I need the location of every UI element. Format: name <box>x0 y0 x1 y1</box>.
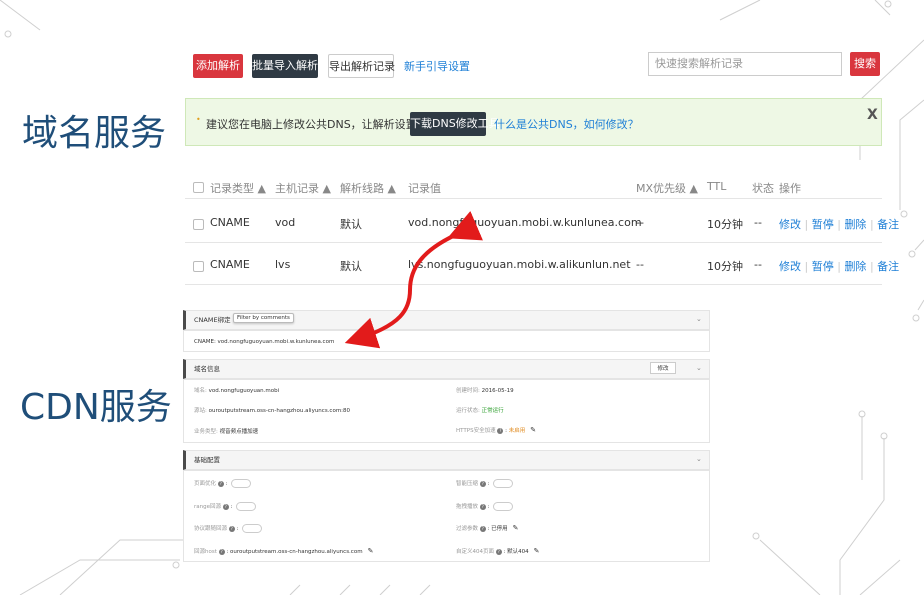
page-opt-field: 页面优化 ? : <box>194 479 252 488</box>
range-origin-field: range回源 ? : <box>194 502 257 511</box>
chevron-down-icon[interactable]: ⌄ <box>696 315 702 323</box>
search-button[interactable]: 搜索 <box>850 52 880 76</box>
col-record-type[interactable]: 记录类型 ▲ <box>210 180 266 196</box>
custom-404-field: 自定义404页面 ? : 默认404 ✎ <box>456 547 540 555</box>
origin-field: 源站: ouroutputstream.oss-cn-hangzhou.aliy… <box>194 408 351 414</box>
public-dns-help-link[interactable]: 什么是公共DNS，如何修改？ <box>494 116 639 132</box>
basic-config-body: 页面优化 ? : 智能压缩 ? : range回源 ? : 拖拽播放 ? : 协… <box>183 470 710 562</box>
row-operations: 修改 | 暂停 | 删除 | 备注 <box>779 218 900 231</box>
header-divider <box>185 198 882 199</box>
https-field: HTTPS安全加速 ? : 未启用 ✎ <box>456 426 537 434</box>
edit-pencil-icon[interactable]: ✎ <box>530 426 536 434</box>
col-operations: 操作 <box>779 182 801 195</box>
col-line[interactable]: 解析线路 ▲ <box>340 180 396 196</box>
edit-pencil-icon[interactable]: ✎ <box>368 547 374 555</box>
row-type: CNAME <box>210 216 250 229</box>
remark-link[interactable]: 备注 <box>877 218 899 231</box>
cdn-section-title: CDN服务 <box>20 387 172 428</box>
row-line: 默认 <box>340 260 362 273</box>
download-dns-tool-button[interactable]: 下载DNS修改工具 <box>410 112 500 136</box>
bullet-icon: • <box>196 115 201 124</box>
domain-info-body: 域名: vod.nongfuguoyuan.mobi 创建时间: 2016-05… <box>183 379 710 443</box>
smart-compress-toggle[interactable] <box>493 479 514 488</box>
run-status-field: 运行状态: 正常运行 <box>456 408 504 414</box>
edit-link[interactable]: 修改 <box>779 260 801 273</box>
col-ttl: TTL <box>707 180 727 193</box>
export-records-button[interactable]: 导出解析记录 <box>328 54 395 78</box>
follow-origin-toggle[interactable] <box>242 524 263 533</box>
origin-host-field: 回源host ? : ouroutputstream.oss-cn-hangzh… <box>194 547 374 555</box>
row-status: -- <box>754 216 762 229</box>
domain-info-header[interactable]: 域名信息 <box>183 359 710 379</box>
row-host: vod <box>275 216 296 229</box>
basic-config-header[interactable]: 基础配置 <box>183 450 710 470</box>
basic-config-title: 基础配置 <box>194 456 220 464</box>
guide-settings-link[interactable]: 新手引导设置 <box>404 58 470 74</box>
edit-pencil-icon[interactable]: ✎ <box>534 547 540 555</box>
row-line: 默认 <box>340 218 362 231</box>
follow-origin-field: 协议跟随回源 ? : <box>194 524 263 533</box>
drag-play-field: 拖拽播放 ? : <box>456 502 514 511</box>
dns-section-title: 域名服务 <box>22 113 167 154</box>
edit-link[interactable]: 修改 <box>779 218 801 231</box>
close-icon[interactable]: X <box>867 107 878 123</box>
modify-domain-button[interactable]: 修改 <box>650 362 676 374</box>
row-mx: -- <box>636 258 644 271</box>
pause-link[interactable]: 暂停 <box>812 218 834 231</box>
col-record-value: 记录值 <box>408 182 441 195</box>
row-status: -- <box>754 258 762 271</box>
drag-play-toggle[interactable] <box>493 502 514 511</box>
domain-field: 域名: vod.nongfuguoyuan.mobi <box>194 388 280 394</box>
col-host-record[interactable]: 主机记录 ▲ <box>275 180 331 196</box>
remark-link[interactable]: 备注 <box>877 260 899 273</box>
cname-section-body: CNAME: vod.nongfuguoyuan.mobi.w.kunlunea… <box>183 330 710 352</box>
filter-params-field: 过滤参数 ? : 已停用 ✎ <box>456 524 519 532</box>
row-checkbox[interactable] <box>193 219 204 230</box>
smart-compress-field: 智能压缩 ? : <box>456 479 514 488</box>
chevron-down-icon[interactable]: ⌄ <box>696 455 702 463</box>
biz-type-field: 业务类型: 视音频点播加速 <box>194 429 259 435</box>
cname-section-title: CNAME绑定 <box>194 316 231 324</box>
help-icon: ? <box>497 427 504 434</box>
row-checkbox[interactable] <box>193 261 204 272</box>
row-ttl: 10分钟 <box>707 218 743 231</box>
col-status: 状态 <box>752 182 774 195</box>
delete-link[interactable]: 删除 <box>844 260 866 273</box>
pause-link[interactable]: 暂停 <box>812 260 834 273</box>
col-mx-priority[interactable]: MX优先级 ▲ <box>636 180 698 196</box>
row-value: lvs.nongfuguoyuan.mobi.w.alikunlun.net <box>408 258 631 271</box>
row-value: vod.nongfuguoyuan.mobi.w.kunlunea.com <box>408 216 642 229</box>
row-operations: 修改 | 暂停 | 删除 | 备注 <box>779 260 900 273</box>
row-type: CNAME <box>210 258 250 271</box>
edit-pencil-icon[interactable]: ✎ <box>513 524 519 532</box>
row-divider <box>185 242 882 243</box>
delete-link[interactable]: 删除 <box>844 218 866 231</box>
row-mx: -- <box>636 216 644 229</box>
range-origin-toggle[interactable] <box>236 502 257 511</box>
filter-tooltip: Filter by comments <box>233 313 294 323</box>
public-dns-notice: • 建议您在电脑上修改公共DNS，让解析设置实时生效。 下载DNS修改工具 什么… <box>185 98 882 146</box>
row-ttl: 10分钟 <box>707 260 743 273</box>
domain-info-title: 域名信息 <box>194 365 220 373</box>
cname-value: CNAME: vod.nongfuguoyuan.mobi.w.kunlunea… <box>194 339 335 345</box>
select-all-checkbox[interactable] <box>193 182 204 193</box>
page-opt-toggle[interactable] <box>231 479 252 488</box>
created-field: 创建时间: 2016-05-19 <box>456 388 514 394</box>
add-record-button[interactable]: 添加解析 <box>193 54 243 78</box>
row-host: lvs <box>275 258 291 271</box>
record-search-input[interactable]: 快速搜索解析记录 <box>648 52 842 76</box>
batch-import-button[interactable]: 批量导入解析 <box>252 54 318 78</box>
row-divider <box>185 284 882 285</box>
chevron-down-icon[interactable]: ⌄ <box>696 364 702 372</box>
